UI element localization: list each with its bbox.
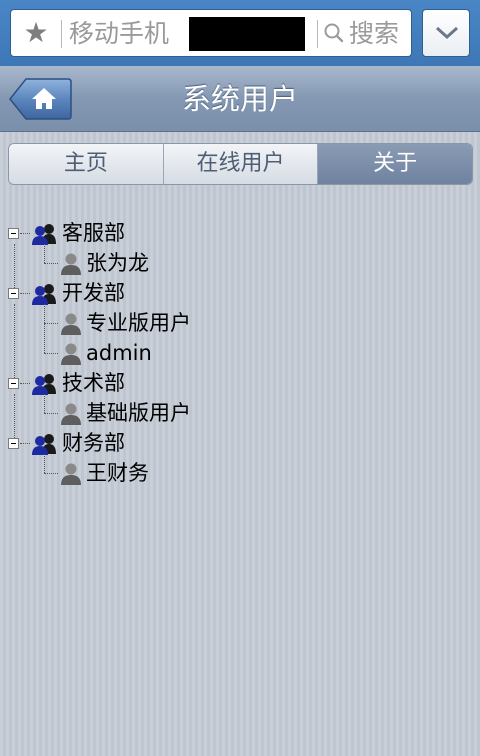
tab-home[interactable]: 主页 [9, 144, 164, 184]
divider [317, 20, 318, 48]
tab-bar: 主页 在线用户 关于 [8, 143, 473, 185]
user-name: 基础版用户 [86, 401, 191, 425]
tab-online-users[interactable]: 在线用户 [163, 144, 319, 184]
group-icon [32, 284, 56, 305]
address-text[interactable]: 移动手机 [69, 18, 169, 50]
tree-user[interactable]: 王财务 [0, 458, 300, 488]
tree-connector [44, 353, 58, 354]
collapse-toggle-icon[interactable] [8, 378, 19, 389]
divider [61, 20, 62, 48]
tree-user[interactable]: admin [0, 338, 300, 368]
collapse-toggle-icon[interactable] [8, 288, 19, 299]
tree-connector [44, 263, 58, 264]
user-name: admin [86, 341, 152, 365]
tree-department[interactable]: 开发部 [0, 278, 300, 308]
star-icon[interactable]: ★ [21, 18, 51, 48]
department-name: 开发部 [62, 281, 125, 305]
department-name: 客服部 [62, 221, 125, 245]
user-icon [61, 403, 81, 425]
tree-connector [20, 293, 30, 294]
tree-department[interactable]: 财务部 [0, 428, 300, 458]
user-name: 王财务 [86, 461, 149, 485]
user-icon [61, 313, 81, 335]
chevron-down-icon [435, 26, 459, 40]
department-name: 财务部 [62, 431, 125, 455]
browser-toolbar: ★ 移动手机 搜索 [0, 0, 480, 66]
tree-user[interactable]: 专业版用户 [0, 308, 300, 338]
redacted-block [189, 17, 305, 51]
user-name: 专业版用户 [86, 311, 191, 335]
collapse-toggle-icon[interactable] [8, 228, 19, 239]
page-header: 系统用户 [0, 66, 480, 132]
group-icon [32, 434, 56, 455]
tree-department[interactable]: 技术部 [0, 368, 300, 398]
collapse-toggle-icon[interactable] [8, 438, 19, 449]
tree-user[interactable]: 基础版用户 [0, 398, 300, 428]
tree-department[interactable]: 客服部 [0, 218, 300, 248]
user-name: 张为龙 [86, 251, 149, 275]
tree-connector [20, 443, 30, 444]
department-name: 技术部 [62, 371, 125, 395]
user-icon [61, 343, 81, 365]
address-bar[interactable]: ★ 移动手机 搜索 [10, 9, 412, 57]
user-icon [61, 253, 81, 275]
search-button[interactable]: 搜索 [349, 18, 399, 50]
dropdown-button[interactable] [422, 9, 470, 57]
user-icon [61, 463, 81, 485]
group-icon [32, 224, 56, 245]
tree-user[interactable]: 张为龙 [0, 248, 300, 278]
group-icon [32, 374, 56, 395]
page-title: 系统用户 [181, 82, 298, 116]
tree-connector [20, 383, 30, 384]
tree-connector [44, 323, 58, 324]
tree-connector [20, 233, 30, 234]
tree-connector [44, 413, 58, 414]
search-icon[interactable] [323, 22, 345, 44]
tab-about[interactable]: 关于 [318, 144, 472, 184]
tree-connector [44, 473, 58, 474]
